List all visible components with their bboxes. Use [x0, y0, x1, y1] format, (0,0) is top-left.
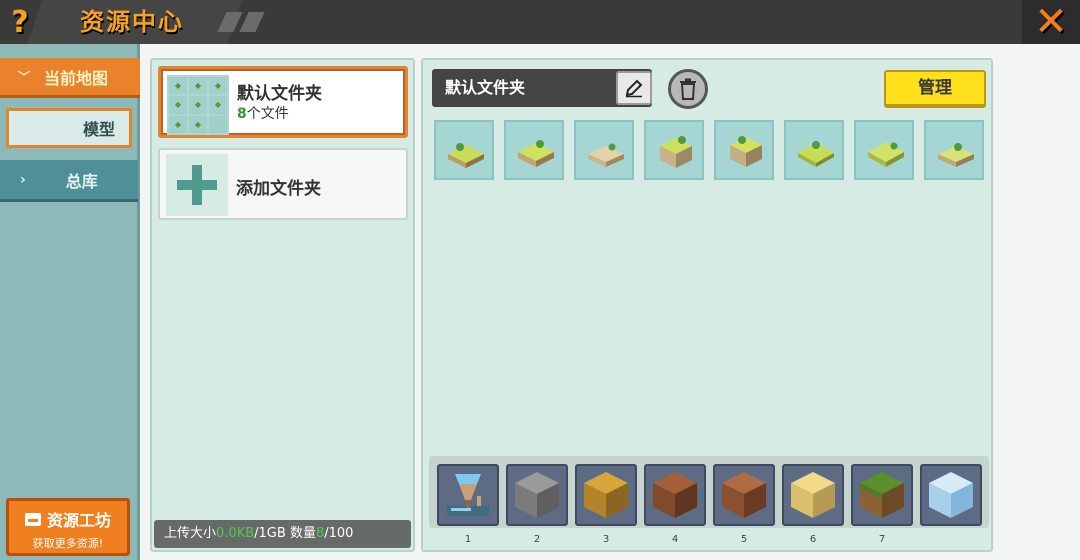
manage-button[interactable]: 管理 [884, 70, 986, 108]
sidebar-item-label: 模型 [82, 120, 115, 139]
chevron-right-icon: › [20, 171, 26, 188]
add-folder-label: 添加文件夹 [236, 179, 321, 199]
dirt-block-icon [584, 472, 628, 518]
decor-stripe [239, 12, 265, 32]
terrain-model-icon [730, 136, 762, 167]
hotbar-slot-4[interactable] [644, 464, 706, 526]
trash-icon [680, 78, 696, 100]
terrain-model-icon [938, 143, 974, 167]
edit-name-button[interactable] [616, 71, 652, 105]
log-block-icon [722, 472, 766, 518]
model-thumb-icon: ◆ [189, 115, 207, 133]
close-button[interactable]: ✕ [1022, 0, 1080, 45]
sidebar-item-library[interactable]: › 总库 [0, 160, 138, 202]
workshop-subtitle: 获取更多资源! [32, 537, 104, 550]
model-thumb-icon: ◆ [189, 96, 207, 114]
model-list [434, 120, 994, 180]
model-item[interactable] [504, 120, 564, 180]
model-thumb-icon: ◆ [209, 77, 227, 95]
model-thumb-icon: ◆ [209, 96, 227, 114]
folder-thumbnail-grid: ◆ ◆ ◆ ◆ ◆ ◆ ◆ ◆ [167, 75, 229, 135]
model-item[interactable] [924, 120, 984, 180]
sidebar-item-label: 当前地图 [44, 68, 109, 88]
slot-number: 5 [740, 534, 748, 545]
folder-name: 默认文件夹 [237, 84, 322, 104]
hotbar-slot-8[interactable] [920, 464, 982, 526]
model-thumb-icon: ◆ [189, 77, 207, 95]
plus-icon [177, 165, 217, 205]
glass-block-icon [929, 472, 973, 518]
page-title: 资源中心 [80, 8, 184, 36]
grass-block-icon [860, 472, 904, 518]
model-item[interactable] [644, 120, 704, 180]
model-item[interactable] [854, 120, 914, 180]
model-item[interactable] [784, 120, 844, 180]
terrain-model-icon [660, 136, 692, 168]
stone-block-icon [515, 472, 559, 518]
drill-tool-icon [447, 474, 489, 516]
sidebar: ﹀ 当前地图 模型 › 总库 资源工坊 获取更多资源! [0, 44, 140, 560]
hotbar-slot-1[interactable] [437, 464, 499, 526]
slot-number: 3 [602, 534, 610, 545]
terrain-model-icon [448, 143, 484, 168]
model-item[interactable] [574, 120, 634, 180]
item-hotbar [429, 456, 989, 528]
upload-status-bar: 上传大小0.0KB/1GB 数量8/100 [154, 520, 411, 548]
hotbar-slot-3[interactable] [575, 464, 637, 526]
terrain-model-icon [518, 140, 554, 167]
slot-number: 4 [671, 534, 679, 545]
sidebar-item-current-map[interactable]: ﹀ 当前地图 [0, 58, 140, 98]
chevron-down-icon: ﹀ [18, 70, 31, 84]
delete-button[interactable] [668, 69, 708, 109]
wood-block-icon [653, 472, 697, 518]
hotbar-slot-6[interactable] [782, 464, 844, 526]
model-thumb-icon: ◆ [169, 115, 187, 133]
sand-block-icon [791, 472, 835, 518]
slot-number: 6 [809, 534, 817, 545]
terrain-model-icon [798, 141, 834, 167]
terrain-model-icon [868, 142, 904, 167]
workshop-title: 资源工坊 [46, 511, 111, 530]
content-panel: 默认文件夹 管理 1 2 3 4 5 6 7 [421, 58, 993, 552]
model-item[interactable] [434, 120, 494, 180]
empty-thumb [209, 115, 227, 133]
folder-panel: ◆ ◆ ◆ ◆ ◆ ◆ ◆ ◆ 默认文件夹 8个文件 添加文件夹 上传大小0.0… [150, 58, 415, 552]
slot-number: 2 [533, 534, 541, 545]
terrain-model-icon [588, 143, 624, 167]
hotbar-slot-7[interactable] [851, 464, 913, 526]
model-item[interactable] [714, 120, 774, 180]
resource-workshop-button[interactable]: 资源工坊 获取更多资源! [6, 498, 130, 556]
top-bar: ? 资源中心 ✕ [0, 0, 1080, 45]
pencil-icon [625, 79, 643, 98]
folder-file-count: 8个文件 [237, 106, 289, 122]
add-folder-button[interactable]: 添加文件夹 [158, 148, 408, 220]
model-thumb-icon: ◆ [169, 77, 187, 95]
sidebar-item-model[interactable]: 模型 [6, 108, 132, 148]
model-thumb-icon: ◆ [169, 96, 187, 114]
slot-number: 7 [878, 534, 886, 545]
hotbar-slot-5[interactable] [713, 464, 775, 526]
add-folder-box [166, 154, 228, 216]
hotbar-slot-2[interactable] [506, 464, 568, 526]
sidebar-item-label: 总库 [65, 171, 98, 191]
shop-icon [24, 512, 41, 526]
slot-number: 1 [464, 534, 472, 545]
folder-card-default[interactable]: ◆ ◆ ◆ ◆ ◆ ◆ ◆ ◆ 默认文件夹 8个文件 [158, 66, 408, 138]
